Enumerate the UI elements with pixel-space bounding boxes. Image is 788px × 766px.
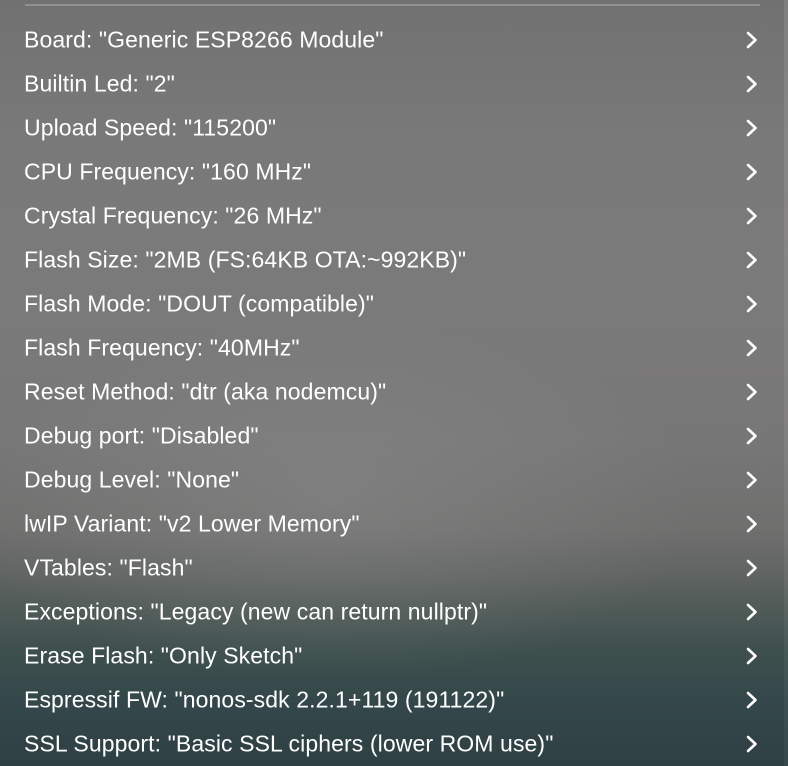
menu-item-label: Reset Method: "dtr (aka nodemcu)" <box>24 378 387 405</box>
chevron-right-icon <box>744 690 760 710</box>
menu-item-label: VTables: "Flash" <box>24 554 193 581</box>
menu-item[interactable]: lwIP Variant: "v2 Lower Memory" <box>0 502 788 546</box>
menu-item-label: Espressif FW: "nonos-sdk 2.2.1+119 (1911… <box>24 686 505 713</box>
chevron-right-icon <box>744 470 760 490</box>
menu-item[interactable]: Upload Speed: "115200" <box>0 106 788 150</box>
menu-item[interactable]: SSL Support: "Basic SSL ciphers (lower R… <box>0 722 788 766</box>
menu-item[interactable]: Crystal Frequency: "26 MHz" <box>0 194 788 238</box>
chevron-right-icon <box>744 162 760 182</box>
menu-item-label: Builtin Led: "2" <box>24 70 175 97</box>
chevron-right-icon <box>744 646 760 666</box>
tools-menu: Board: "Generic ESP8266 Module" Builtin L… <box>0 0 788 766</box>
chevron-right-icon <box>744 382 760 402</box>
chevron-right-icon <box>744 426 760 446</box>
chevron-right-icon <box>744 514 760 534</box>
menu-item[interactable]: VTables: "Flash" <box>0 546 788 590</box>
menu-separator <box>25 4 760 6</box>
menu-item-label: Board: "Generic ESP8266 Module" <box>24 26 384 53</box>
chevron-right-icon <box>744 30 760 50</box>
menu-item-label: Debug port: "Disabled" <box>24 422 259 449</box>
menu-item[interactable]: Erase Flash: "Only Sketch" <box>0 634 788 678</box>
menu-item[interactable]: Espressif FW: "nonos-sdk 2.2.1+119 (1911… <box>0 678 788 722</box>
chevron-right-icon <box>744 74 760 94</box>
chevron-right-icon <box>744 294 760 314</box>
menu-item-label: lwIP Variant: "v2 Lower Memory" <box>24 510 360 537</box>
menu-item[interactable]: Exceptions: "Legacy (new can return null… <box>0 590 788 634</box>
menu-item[interactable]: Builtin Led: "2" <box>0 62 788 106</box>
menu-items: Board: "Generic ESP8266 Module" Builtin L… <box>0 18 788 766</box>
menu-item[interactable]: Debug port: "Disabled" <box>0 414 788 458</box>
chevron-right-icon <box>744 338 760 358</box>
menu-item-label: Debug Level: "None" <box>24 466 240 493</box>
chevron-right-icon <box>744 118 760 138</box>
menu-item-label: Flash Size: "2MB (FS:64KB OTA:~992KB)" <box>24 246 467 273</box>
chevron-right-icon <box>744 558 760 578</box>
menu-item[interactable]: Debug Level: "None" <box>0 458 788 502</box>
menu-item-label: Flash Frequency: "40MHz" <box>24 334 300 361</box>
menu-item[interactable]: Flash Frequency: "40MHz" <box>0 326 788 370</box>
menu-item-label: Crystal Frequency: "26 MHz" <box>24 202 322 229</box>
menu-item-label: SSL Support: "Basic SSL ciphers (lower R… <box>24 730 554 757</box>
menu-item-label: Upload Speed: "115200" <box>24 114 277 141</box>
menu-item-label: Flash Mode: "DOUT (compatible)" <box>24 290 375 317</box>
menu-item-label: CPU Frequency: "160 MHz" <box>24 158 312 185</box>
menu-item-label: Exceptions: "Legacy (new can return null… <box>24 598 488 625</box>
menu-item[interactable]: CPU Frequency: "160 MHz" <box>0 150 788 194</box>
menu-item[interactable]: Board: "Generic ESP8266 Module" <box>0 18 788 62</box>
menu-item-label: Erase Flash: "Only Sketch" <box>24 642 303 669</box>
menu-item[interactable]: Flash Size: "2MB (FS:64KB OTA:~992KB)" <box>0 238 788 282</box>
chevron-right-icon <box>744 250 760 270</box>
chevron-right-icon <box>744 206 760 226</box>
menu-item[interactable]: Flash Mode: "DOUT (compatible)" <box>0 282 788 326</box>
menu-item[interactable]: Reset Method: "dtr (aka nodemcu)" <box>0 370 788 414</box>
chevron-right-icon <box>744 602 760 622</box>
chevron-right-icon <box>744 734 760 754</box>
